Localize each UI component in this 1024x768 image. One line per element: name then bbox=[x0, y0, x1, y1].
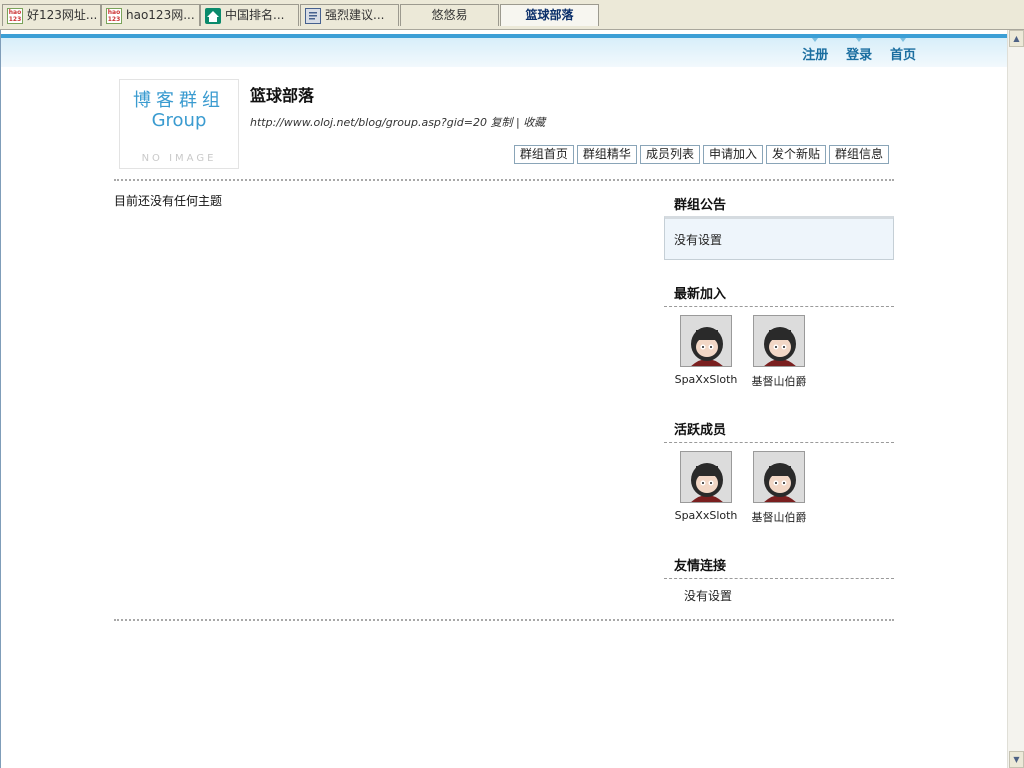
copy-link[interactable]: 复制 bbox=[490, 116, 512, 129]
avatar[interactable] bbox=[680, 315, 732, 367]
logo-title: 博客群组 bbox=[133, 90, 225, 111]
browser-tab-4[interactable]: 强烈建议... bbox=[300, 4, 399, 26]
new-post-button[interactable]: 发个新贴 bbox=[765, 145, 826, 164]
logo-subtitle: Group bbox=[151, 110, 207, 131]
newest-members-title: 最新加入 bbox=[664, 283, 894, 307]
apply-join-button[interactable]: 申请加入 bbox=[702, 145, 763, 164]
avatar[interactable] bbox=[680, 451, 732, 503]
browser-tab-6-active[interactable]: 篮球部落 bbox=[500, 4, 599, 26]
avatar[interactable] bbox=[753, 451, 805, 503]
browser-tab-2[interactable]: hao 123 hao123网... bbox=[101, 4, 200, 26]
group-url: http://www.oloj.net/blog/group.asp?gid=2… bbox=[250, 116, 487, 129]
active-members-section: 活跃成员 bbox=[664, 419, 894, 443]
friend-links-text: 没有设置 bbox=[684, 589, 733, 603]
logo-no-image: NO IMAGE bbox=[141, 153, 217, 164]
group-title: 篮球部落 bbox=[250, 86, 315, 105]
browser-tab-1[interactable]: hao 123 好123网址... bbox=[2, 4, 101, 26]
tab-label: hao123网... bbox=[126, 8, 195, 22]
member-item[interactable]: 基督山伯爵 bbox=[746, 315, 812, 389]
hao123-icon: hao 123 bbox=[106, 8, 122, 24]
vertical-scrollbar[interactable]: ▲ ▼ bbox=[1007, 30, 1024, 768]
newest-members-section: 最新加入 bbox=[664, 283, 894, 307]
group-info-button[interactable]: 群组信息 bbox=[828, 145, 889, 164]
tab-label: 好123网址... bbox=[27, 8, 98, 22]
separator: | bbox=[515, 116, 520, 129]
member-item[interactable]: 基督山伯爵 bbox=[746, 451, 812, 525]
home-icon bbox=[205, 8, 221, 24]
friend-links-title: 友情连接 bbox=[664, 555, 894, 579]
group-url-line: http://www.oloj.net/blog/group.asp?gid=2… bbox=[250, 114, 545, 130]
group-logo: 博客群组 Group NO IMAGE bbox=[119, 79, 239, 169]
tab-label: 悠悠易 bbox=[431, 8, 468, 22]
notice-box: 没有设置 bbox=[664, 216, 894, 260]
notice-section: 群组公告 bbox=[664, 194, 894, 217]
divider-bottom bbox=[114, 619, 894, 621]
scroll-up-button[interactable]: ▲ bbox=[1009, 30, 1024, 47]
notice-title: 群组公告 bbox=[674, 198, 727, 213]
browser-tab-5[interactable]: 悠悠易 bbox=[400, 4, 499, 26]
member-name[interactable]: 基督山伯爵 bbox=[752, 511, 807, 524]
group-essence-button[interactable]: 群组精华 bbox=[576, 145, 637, 164]
favorite-link[interactable]: 收藏 bbox=[523, 116, 545, 129]
empty-topics-message: 目前还没有任何主题 bbox=[114, 194, 223, 208]
top-nav: 注册 登录 首页 bbox=[788, 38, 916, 63]
tab-label: 篮球部落 bbox=[525, 8, 574, 22]
login-link[interactable]: 登录 bbox=[846, 38, 872, 63]
divider-top bbox=[114, 179, 894, 181]
member-list-button[interactable]: 成员列表 bbox=[639, 145, 700, 164]
home-link[interactable]: 首页 bbox=[890, 38, 916, 63]
member-item[interactable]: SpaXxSloth bbox=[673, 315, 739, 386]
member-name[interactable]: SpaXxSloth bbox=[675, 509, 738, 522]
group-menu: 群组首页 群组精华 成员列表 申请加入 发个新贴 群组信息 bbox=[511, 145, 889, 164]
browser-tab-strip: hao 123 好123网址... hao 123 hao123网... 中国排名.… bbox=[0, 0, 1024, 30]
member-item[interactable]: SpaXxSloth bbox=[673, 451, 739, 522]
register-link[interactable]: 注册 bbox=[802, 38, 828, 63]
member-name[interactable]: SpaXxSloth bbox=[675, 373, 738, 386]
avatar[interactable] bbox=[753, 315, 805, 367]
hao123-icon: hao 123 bbox=[7, 8, 23, 24]
tab-label: 中国排名... bbox=[225, 8, 285, 22]
active-members-title: 活跃成员 bbox=[664, 419, 894, 443]
document-icon bbox=[305, 8, 321, 24]
scroll-down-button[interactable]: ▼ bbox=[1009, 751, 1024, 768]
friend-links-section: 友情连接 bbox=[664, 555, 894, 579]
member-name[interactable]: 基督山伯爵 bbox=[752, 375, 807, 388]
group-home-button[interactable]: 群组首页 bbox=[513, 145, 574, 164]
browser-tab-3[interactable]: 中国排名... bbox=[200, 4, 299, 26]
tab-label: 强烈建议... bbox=[325, 8, 385, 22]
